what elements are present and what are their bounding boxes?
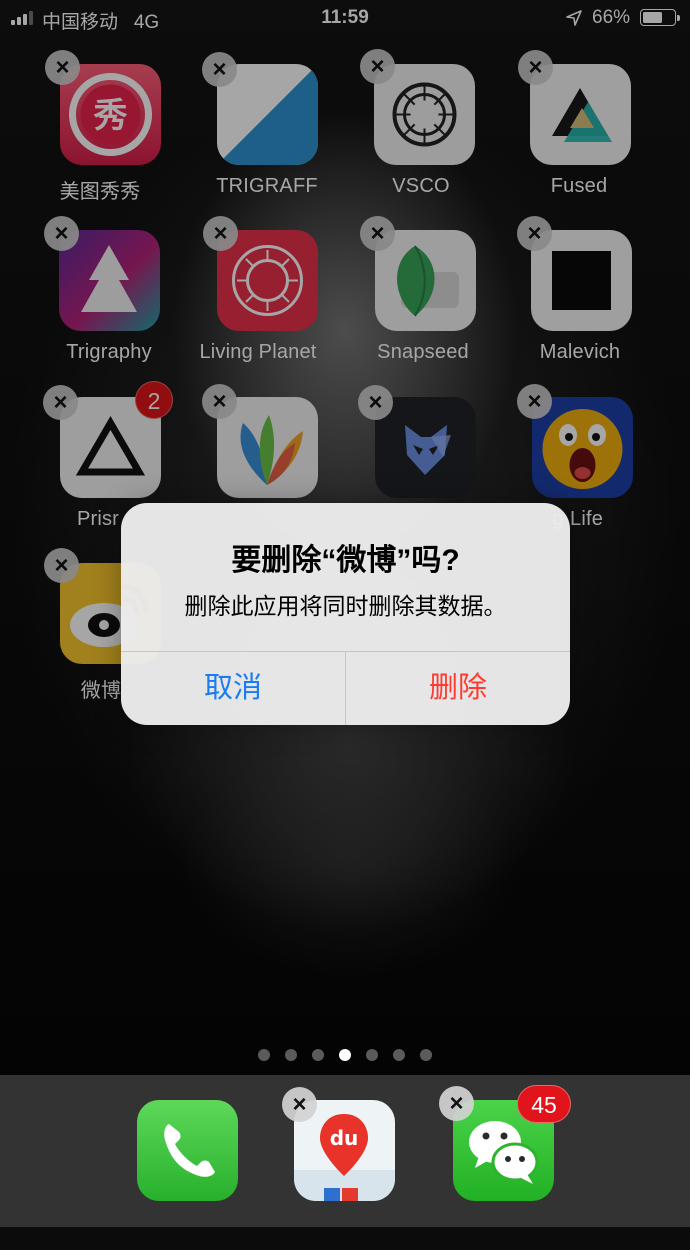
alert-title: 要删除“微博”吗? [231, 544, 460, 577]
svg-text:du: du [330, 1126, 359, 1150]
page-dot [285, 1049, 297, 1061]
page-dot [393, 1049, 405, 1061]
notification-badge: 45 [517, 1085, 571, 1123]
alert-message: 删除此应用将同时删除其数据。 [184, 593, 507, 619]
dock-app-phone[interactable] [107, 1100, 247, 1250]
page-dot [258, 1049, 270, 1061]
cancel-button[interactable]: 取消 [121, 652, 345, 725]
phone-icon [137, 1100, 238, 1201]
page-dot [366, 1049, 378, 1061]
delete-app-wechat-button[interactable]: × [439, 1086, 474, 1121]
delete-button[interactable]: 删除 [346, 652, 570, 725]
delete-app-alert: 要删除“微博”吗? 删除此应用将同时删除其数据。 取消 删除 [121, 503, 570, 725]
page-dot [420, 1049, 432, 1061]
page-indicator[interactable] [0, 1049, 690, 1061]
dock-app-baidu-maps[interactable]: du [264, 1100, 404, 1250]
page-dot [312, 1049, 324, 1061]
delete-app-baidu-maps-button[interactable]: × [282, 1087, 317, 1122]
page-dot [339, 1049, 351, 1061]
